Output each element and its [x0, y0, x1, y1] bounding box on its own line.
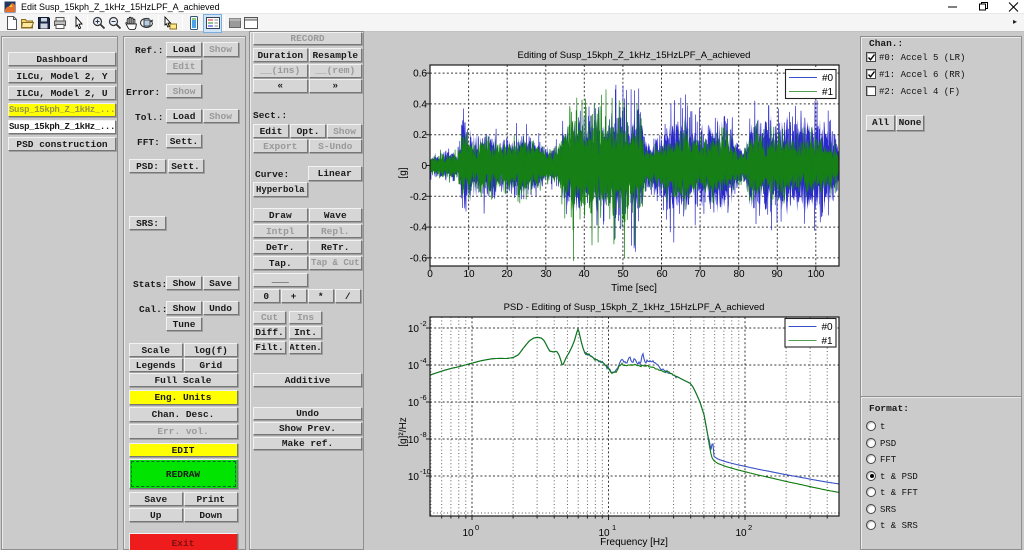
svg-text:1: 1: [612, 523, 616, 532]
svg-text:-6: -6: [420, 393, 427, 402]
svg-text:10: 10: [462, 528, 474, 539]
svg-text:50: 50: [617, 269, 629, 280]
svg-text:-0.2: -0.2: [410, 192, 428, 203]
svg-text:10: 10: [408, 435, 420, 446]
svg-text:-4: -4: [420, 356, 427, 365]
svg-text:10: 10: [735, 528, 747, 539]
svg-text:-8: -8: [420, 430, 427, 439]
svg-text:0.4: 0.4: [413, 99, 427, 110]
svg-text:80: 80: [733, 269, 745, 280]
svg-text:60: 60: [656, 269, 668, 280]
svg-text:10: 10: [408, 398, 420, 409]
svg-text:-0.6: -0.6: [410, 253, 428, 264]
svg-text:2: 2: [748, 523, 752, 532]
svg-text:#1: #1: [822, 87, 834, 98]
svg-text:30: 30: [540, 269, 552, 280]
svg-text:0: 0: [421, 161, 427, 172]
svg-text:-0.4: -0.4: [410, 223, 428, 234]
svg-text:[g]: [g]: [398, 167, 409, 178]
svg-text:Editing of Susp_15kph_Z_1kHz_1: Editing of Susp_15kph_Z_1kHz_15HzLPF_A_a…: [518, 50, 751, 61]
svg-text:[g]²/Hz: [g]²/Hz: [398, 417, 409, 446]
svg-text:PSD - Editing of Susp_15kph_Z_: PSD - Editing of Susp_15kph_Z_1kHz_15HzL…: [504, 302, 765, 313]
svg-text:40: 40: [578, 269, 590, 280]
svg-text:10: 10: [408, 472, 420, 483]
svg-text:0: 0: [475, 523, 479, 532]
svg-text:10: 10: [408, 324, 420, 335]
svg-text:0.6: 0.6: [413, 69, 427, 80]
svg-text:10: 10: [408, 361, 420, 372]
svg-text:20: 20: [501, 269, 513, 280]
svg-text:90: 90: [771, 269, 783, 280]
svg-text:-2: -2: [420, 319, 427, 328]
svg-text:#1: #1: [822, 336, 834, 347]
svg-text:Time [sec]: Time [sec]: [611, 283, 657, 294]
svg-text:100: 100: [808, 269, 825, 280]
svg-text:-10: -10: [420, 467, 431, 476]
svg-text:Frequency [Hz]: Frequency [Hz]: [600, 537, 668, 548]
svg-text:#0: #0: [822, 73, 834, 84]
svg-text:10: 10: [463, 269, 475, 280]
svg-text:70: 70: [694, 269, 706, 280]
svg-text:0.2: 0.2: [413, 130, 427, 141]
svg-text:0: 0: [427, 269, 433, 280]
svg-text:#0: #0: [822, 322, 834, 333]
